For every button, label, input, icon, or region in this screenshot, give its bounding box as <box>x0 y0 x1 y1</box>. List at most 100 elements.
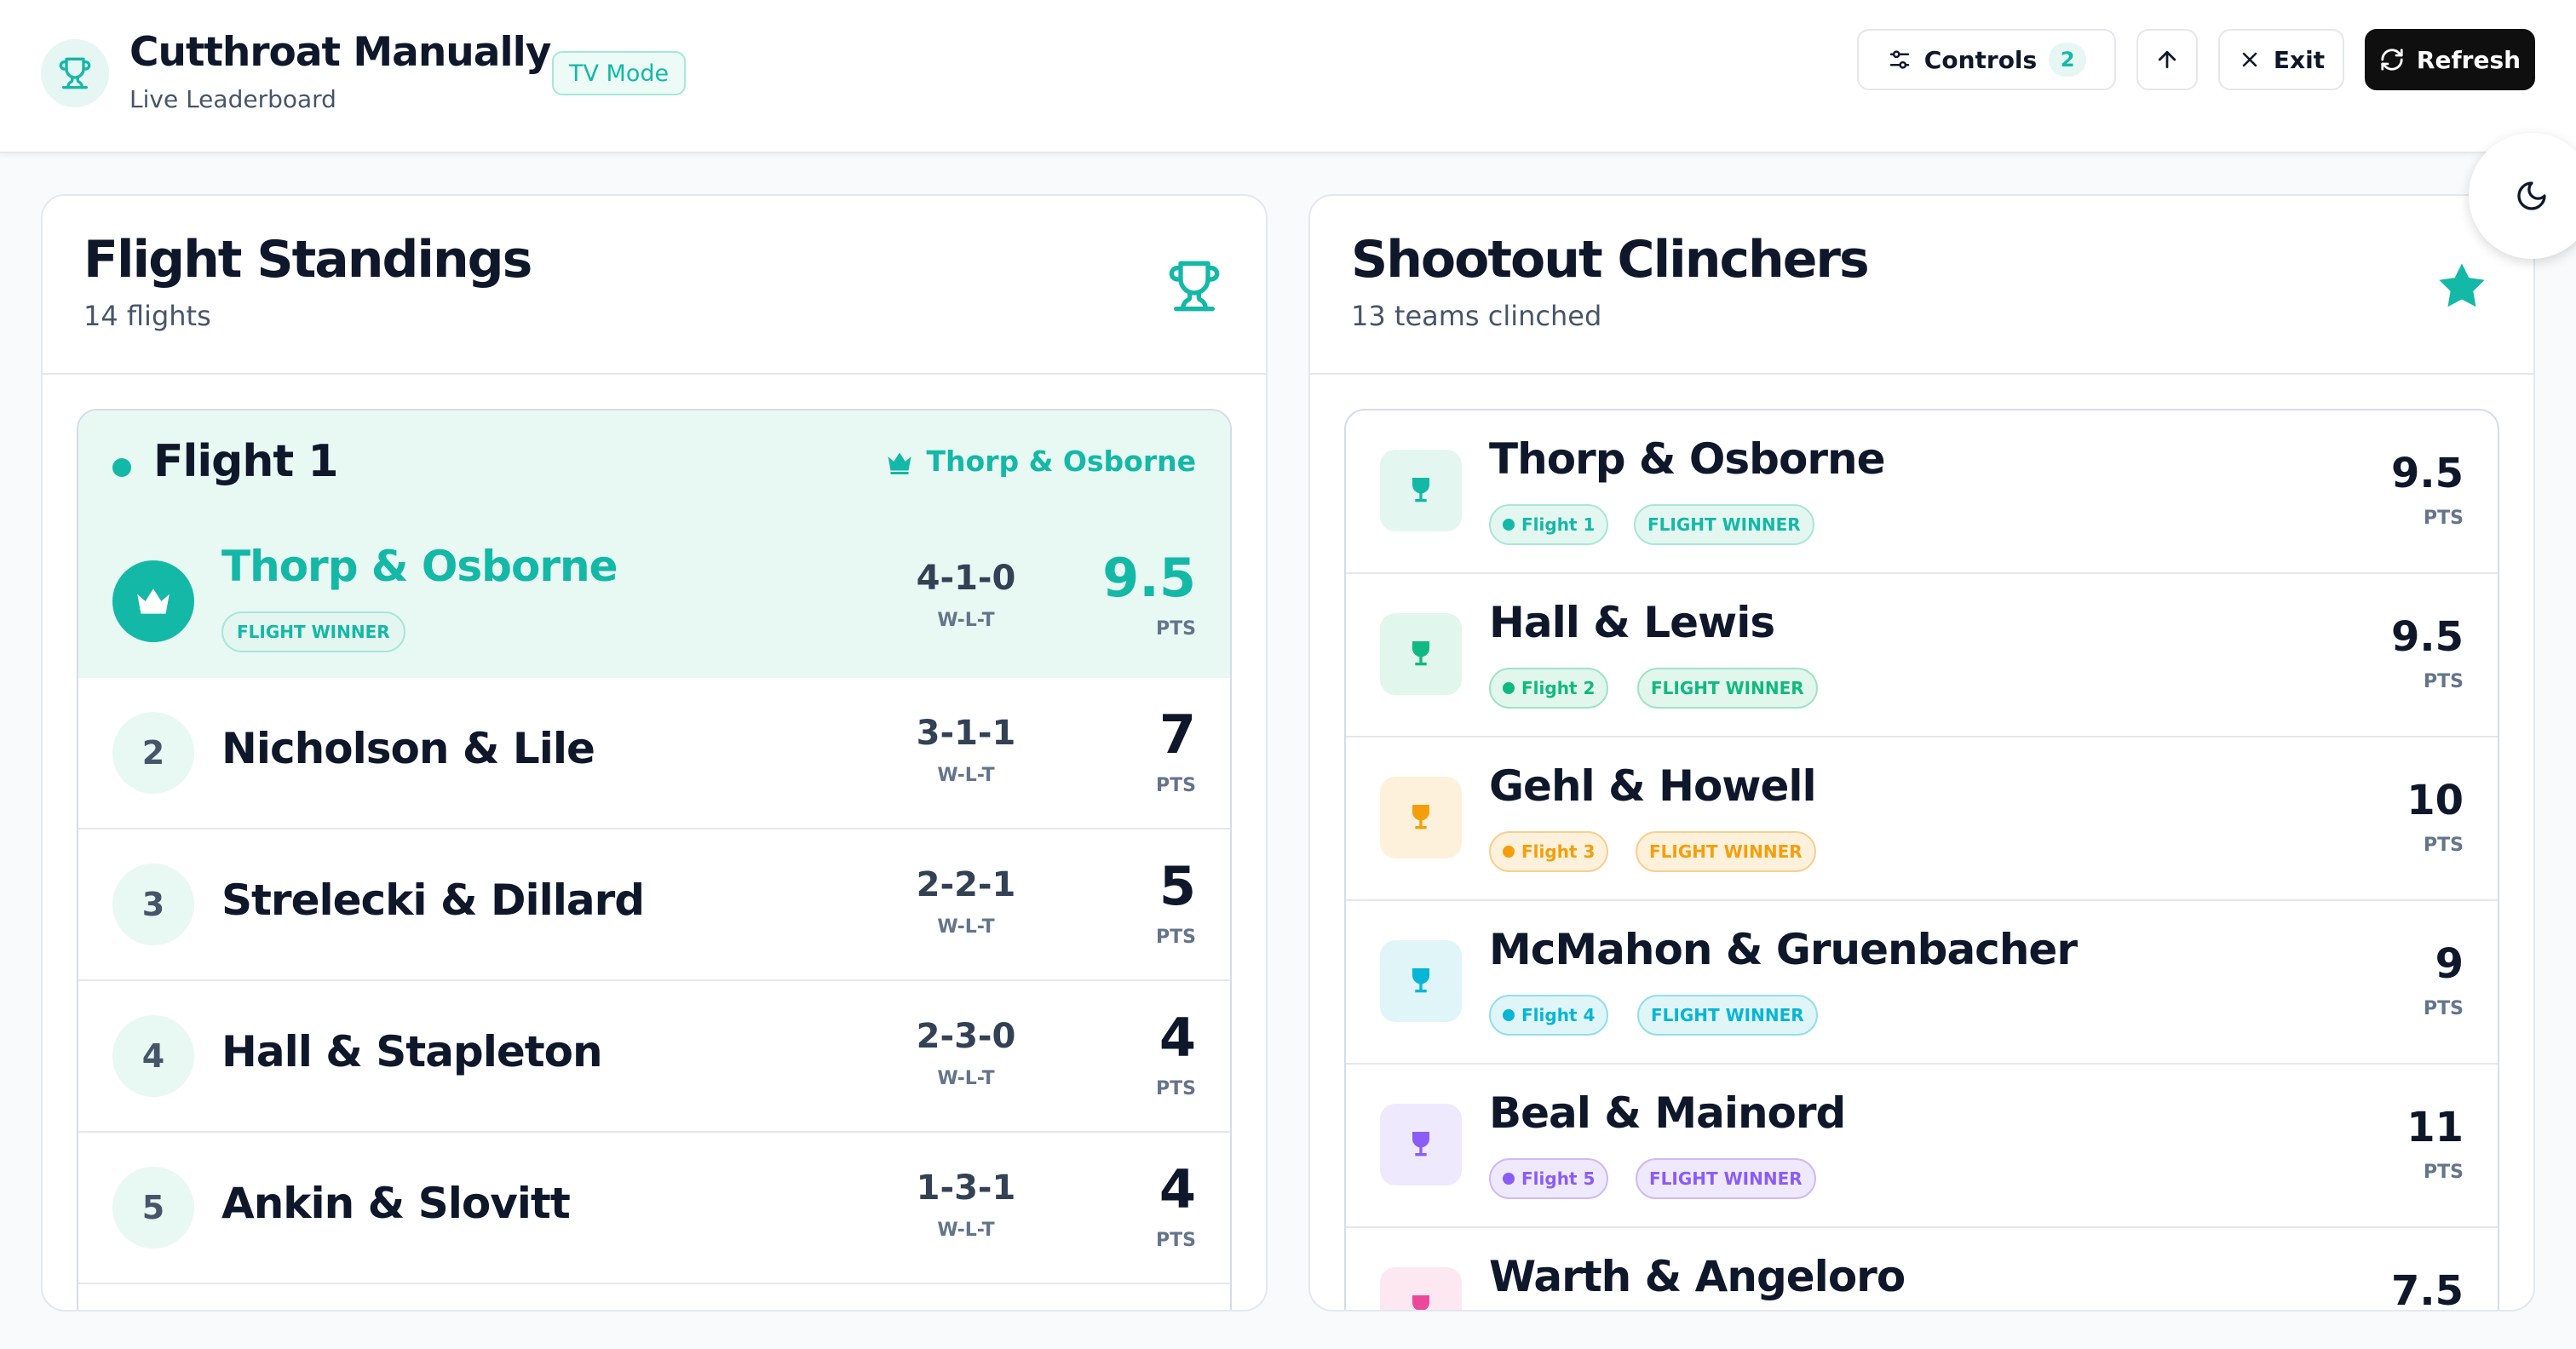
team-name: Warth & Angeloro <box>1489 1252 1906 1301</box>
close-icon <box>2242 52 2257 67</box>
trophy-icon <box>1380 1104 1462 1185</box>
clincher-row: Beal & Mainord Flight 5 FLIGHT WINNER 11… <box>1346 1065 2498 1228</box>
points-label: PTS <box>1156 1078 1196 1099</box>
flight-standings-panel: Flight Standings 14 flights Flight 1 Tho… <box>41 194 1268 1312</box>
top-bar: Cutthroat Manually Live Leaderboard TV M… <box>0 0 2576 153</box>
trophy-logo-icon <box>41 39 109 107</box>
flight-tag: Flight 3 <box>1489 831 1609 872</box>
team-name: Hall & Lewis <box>1489 598 1775 647</box>
points-label: PTS <box>2424 835 2464 856</box>
record-label: W-L-T <box>937 610 995 631</box>
team-points: 9.5 <box>2390 613 2464 661</box>
clincher-row: Hall & Lewis Flight 2 FLIGHT WINNER 9.5 … <box>1346 574 2498 738</box>
clinchers-list: Thorp & Osborne Flight 1 FLIGHT WINNER 9… <box>1344 409 2499 1312</box>
flight-winner-badge: FLIGHT WINNER <box>221 611 405 652</box>
flight-dot <box>1503 1009 1515 1021</box>
app-subtitle: Live Leaderboard <box>129 85 336 113</box>
rank-badge: 2 <box>112 712 194 794</box>
refresh-button[interactable]: Refresh <box>2365 29 2535 90</box>
standing-row: 2 Nicholson & Lile 3-1-1 W-L-T 7 PTS <box>78 678 1230 829</box>
flight-card: Flight 1 Thorp & Osborne Thorp & Osborne… <box>77 409 1232 1310</box>
flight-count: 14 flights <box>83 300 211 332</box>
team-record: 4-1-0 <box>916 559 1016 598</box>
trophy-icon <box>1380 450 1462 531</box>
sliders-icon <box>1889 50 1910 69</box>
crown-icon <box>888 452 911 474</box>
record-label: W-L-T <box>937 916 995 938</box>
standing-row: 4 Hall & Stapleton 2-3-0 W-L-T 4 PTS <box>78 981 1230 1133</box>
team-points: 10 <box>2406 777 2464 824</box>
tv-mode-badge: TV Mode <box>552 51 687 95</box>
flight-tag-label: Flight 5 <box>1521 1168 1596 1189</box>
flight-dot <box>1503 1173 1515 1185</box>
flight-dot <box>1503 682 1515 694</box>
flight-tag: Flight 4 <box>1489 995 1609 1036</box>
flight-winner-badge: FLIGHT WINNER <box>1637 668 1818 709</box>
team-record: 3-1-1 <box>916 714 1016 753</box>
team-name: Thorp & Osborne <box>221 542 618 591</box>
team-name: Strelecki & Dillard <box>221 875 645 925</box>
team-record: 2-2-1 <box>916 865 1016 904</box>
trophy-icon <box>1380 613 1462 695</box>
team-points: 7 <box>1159 703 1196 766</box>
flight-name: Flight 1 <box>153 436 339 487</box>
team-points: 7.5 <box>2390 1267 2464 1312</box>
flight-standings-header: Flight Standings 14 flights <box>43 196 1266 375</box>
standing-row: 5 Ankin & Slovitt 1-3-1 W-L-T 4 PTS <box>78 1133 1230 1284</box>
standing-row: 3 Strelecki & Dillard 2-2-1 W-L-T 5 PTS <box>78 829 1230 981</box>
flight-status-dot <box>112 458 131 477</box>
shootout-clinchers-title: Shootout Clinchers <box>1351 230 1870 290</box>
star-icon <box>2431 255 2493 317</box>
refresh-icon <box>2381 49 2403 71</box>
refresh-label: Refresh <box>2416 45 2521 74</box>
team-name: Ankin & Slovitt <box>221 1179 571 1228</box>
flight-tag-label: Flight 3 <box>1521 841 1596 862</box>
trophy-icon <box>1164 255 1225 317</box>
clincher-row: Thorp & Osborne Flight 1 FLIGHT WINNER 9… <box>1346 410 2498 574</box>
exit-label: Exit <box>2273 45 2326 74</box>
rank-badge: 3 <box>112 864 194 945</box>
controls-label: Controls <box>1923 45 2038 74</box>
flight-dot <box>1503 846 1515 858</box>
points-label: PTS <box>2424 508 2464 529</box>
flight-dot <box>1503 519 1515 531</box>
record-label: W-L-T <box>937 1220 995 1241</box>
trophy-icon <box>1380 940 1462 1022</box>
shootout-clinchers-header: Shootout Clinchers 13 teams clinched <box>1310 196 2533 375</box>
clincher-row: McMahon & Gruenbacher Flight 4 FLIGHT WI… <box>1346 901 2498 1065</box>
app-title: Cutthroat Manually <box>129 29 551 76</box>
trophy-icon <box>1380 1267 1462 1310</box>
flight-winner-label: Thorp & Osborne <box>884 445 1196 478</box>
team-points: 9.5 <box>2390 450 2464 497</box>
team-name: Nicholson & Lile <box>221 724 595 773</box>
team-name: McMahon & Gruenbacher <box>1489 925 2078 974</box>
flight-winner-badge: FLIGHT WINNER <box>1637 995 1818 1036</box>
points-label: PTS <box>2424 671 2464 692</box>
shootout-clinchers-panel: Shootout Clinchers 13 teams clinched Tho… <box>1308 194 2535 1312</box>
controls-button[interactable]: Controls 2 <box>1857 29 2116 90</box>
team-points: 9.5 <box>1102 547 1196 609</box>
team-name: Beal & Mainord <box>1489 1088 1846 1138</box>
team-points: 4 <box>1159 1007 1196 1069</box>
scroll-up-button[interactable] <box>2136 29 2198 90</box>
points-label: PTS <box>2424 998 2464 1019</box>
team-name: Hall & Stapleton <box>221 1027 603 1076</box>
flight-winner-badge: FLIGHT WINNER <box>1634 504 1814 545</box>
team-name: Gehl & Howell <box>1489 761 1817 811</box>
team-points: 5 <box>1159 855 1196 917</box>
moon-icon <box>2517 181 2546 210</box>
team-record: 1-3-1 <box>916 1168 1016 1208</box>
flight-tag-label: Flight 4 <box>1521 1005 1596 1025</box>
record-label: W-L-T <box>937 1068 995 1089</box>
team-points: 4 <box>1159 1158 1196 1220</box>
team-points: 11 <box>2406 1104 2464 1151</box>
leader-crown-avatar <box>112 560 194 642</box>
flight-standings-title: Flight Standings <box>83 230 532 290</box>
flight-winner-badge: FLIGHT WINNER <box>1636 831 1816 872</box>
team-record: 2-3-0 <box>916 1017 1016 1056</box>
flight-tag: Flight 2 <box>1489 668 1609 709</box>
flight-tag-label: Flight 1 <box>1521 514 1596 535</box>
exit-button[interactable]: Exit <box>2218 29 2344 90</box>
flight-winner-badge: FLIGHT WINNER <box>1636 1158 1816 1199</box>
rank-badge: 4 <box>112 1015 194 1097</box>
